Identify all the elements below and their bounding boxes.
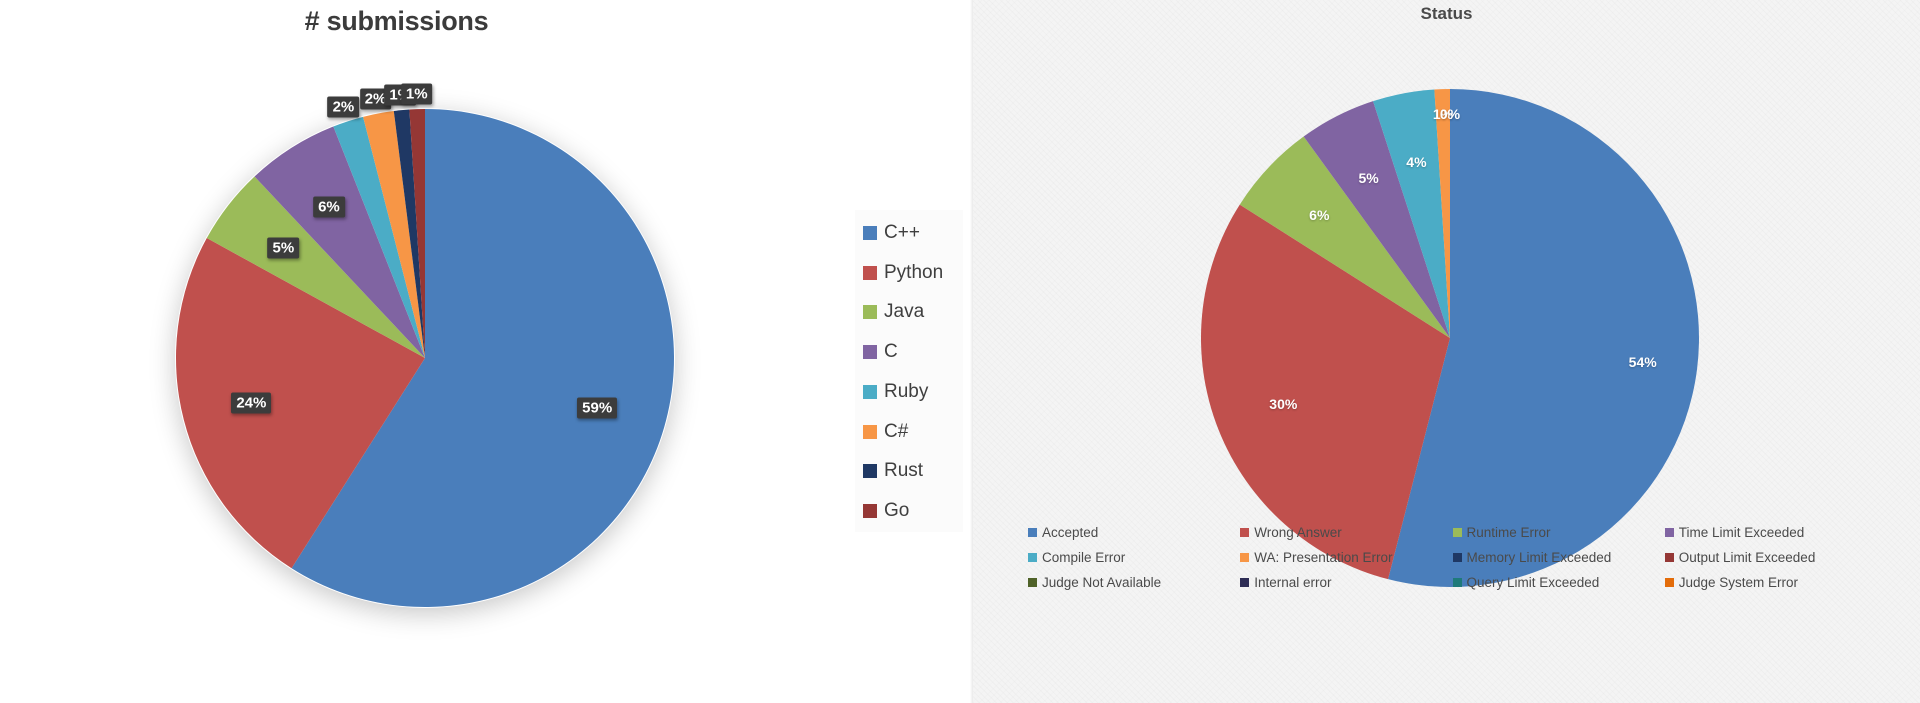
legend-swatch-icon	[863, 226, 877, 240]
pie-data-label: 24%	[231, 392, 272, 414]
legend-item: Go	[863, 500, 963, 522]
legend-label: Compile Error	[1042, 550, 1126, 565]
legend-item: Runtime Error	[1452, 520, 1661, 545]
legend-swatch-icon	[863, 503, 877, 518]
legend-item: Java	[863, 301, 963, 323]
legend-swatch-icon	[1240, 578, 1250, 587]
legend-item: Time Limit Exceeded	[1664, 520, 1873, 545]
left-pie-svg	[176, 109, 674, 607]
legend-label: C	[884, 341, 898, 363]
left-chart-title: # submissions	[304, 6, 489, 36]
legend-item: Python	[863, 262, 963, 284]
legend-item: Rust	[863, 460, 963, 482]
legend-swatch-icon	[863, 384, 877, 399]
legend-item: Ruby	[863, 381, 963, 403]
dual-pie-chart-screenshot: # submissions 59%24%5%6%2%2%1%1% C++Pyth…	[0, 0, 1920, 703]
legend-swatch-icon	[1664, 578, 1674, 587]
legend-swatch-icon	[1452, 553, 1462, 562]
legend-label: Go	[884, 499, 910, 521]
legend-label: Internal error	[1254, 575, 1332, 590]
left-chart-legend: C++ Python Java C Ruby C# Rust Go	[855, 210, 963, 532]
pie-data-label: 6%	[313, 196, 345, 218]
legend-item: Compile Error	[1028, 545, 1236, 570]
right-chart-panel: Status 54% 30% 6% 5% 4% 1% 0% Accepted Wrong An…	[973, 0, 1920, 703]
left-chart-panel: # submissions 59%24%5%6%2%2%1%1% C++Pyth…	[0, 0, 973, 703]
legend-label: Judge Not Available	[1042, 575, 1162, 590]
legend-swatch-icon	[863, 345, 877, 360]
pie-data-label: 54%	[1628, 354, 1657, 371]
legend-item: Output Limit Exceeded	[1664, 545, 1873, 570]
legend-swatch-icon	[1028, 578, 1037, 587]
legend-item: C	[863, 341, 963, 363]
pie-data-label: 59%	[577, 397, 618, 419]
legend-label: Memory Limit Exceeded	[1466, 550, 1612, 565]
legend-item: Wrong Answer	[1240, 520, 1448, 545]
right-chart-title: Status	[1420, 4, 1473, 23]
right-pie-chart: 54% 30% 6% 5% 4% 1% 0%	[1200, 88, 1700, 588]
legend-item: WA: Presentation Error	[1240, 545, 1448, 570]
legend-label: Wrong Answer	[1254, 525, 1342, 540]
legend-label: Ruby	[884, 380, 929, 402]
pie-data-label: 30%	[1269, 395, 1298, 412]
legend-label: C++	[884, 222, 920, 243]
legend-label: Judge System Error	[1678, 575, 1799, 590]
legend-swatch-icon	[1664, 553, 1674, 562]
pie-data-label: 1%	[400, 83, 433, 105]
legend-label: Output Limit Exceeded	[1678, 550, 1816, 565]
legend-item: Judge System Error	[1664, 570, 1873, 595]
legend-label: Query Limit Exceeded	[1466, 575, 1600, 590]
legend-label: Java	[884, 301, 925, 323]
legend-swatch-icon	[1028, 553, 1037, 562]
legend-label: Python	[884, 261, 944, 283]
legend-item: Accepted	[1028, 520, 1236, 545]
left-pie-chart: 59%24%5%6%2%2%1%1%	[175, 83, 675, 608]
legend-label: WA: Presentation Error	[1254, 550, 1393, 565]
legend-swatch-icon	[1028, 528, 1037, 537]
pie-data-label: 5%	[1358, 170, 1379, 187]
legend-swatch-icon	[1664, 528, 1674, 537]
legend-swatch-icon	[863, 464, 877, 479]
right-chart-legend: Accepted Wrong Answer Runtime Error Time Li…	[1028, 520, 1873, 604]
legend-item: C++	[863, 222, 963, 244]
legend-label: Runtime Error	[1466, 525, 1551, 540]
legend-item: Query Limit Exceeded	[1452, 570, 1661, 595]
legend-item: Memory Limit Exceeded	[1452, 545, 1661, 570]
legend-label: Time Limit Exceeded	[1678, 525, 1805, 540]
legend-item: Judge Not Available	[1028, 570, 1236, 595]
legend-label: Accepted	[1042, 525, 1099, 540]
right-pie-svg	[1201, 89, 1699, 587]
pie-data-label: 5%	[267, 237, 300, 259]
legend-label: C#	[884, 420, 909, 442]
legend-swatch-icon	[863, 305, 877, 320]
legend-swatch-icon	[1452, 528, 1462, 537]
legend-swatch-icon	[863, 424, 877, 439]
pie-data-label: 0%	[1439, 105, 1461, 122]
legend-swatch-icon	[1452, 578, 1462, 587]
pie-data-label: 4%	[1406, 153, 1427, 170]
legend-item: Internal error	[1240, 570, 1448, 595]
legend-swatch-icon	[1240, 528, 1250, 537]
legend-swatch-icon	[863, 265, 877, 280]
legend-swatch-icon	[1240, 553, 1250, 562]
pie-data-label: 2%	[327, 96, 360, 118]
legend-label: Rust	[884, 460, 924, 482]
legend-item: C#	[863, 421, 963, 443]
pie-data-label: 6%	[1309, 207, 1330, 224]
